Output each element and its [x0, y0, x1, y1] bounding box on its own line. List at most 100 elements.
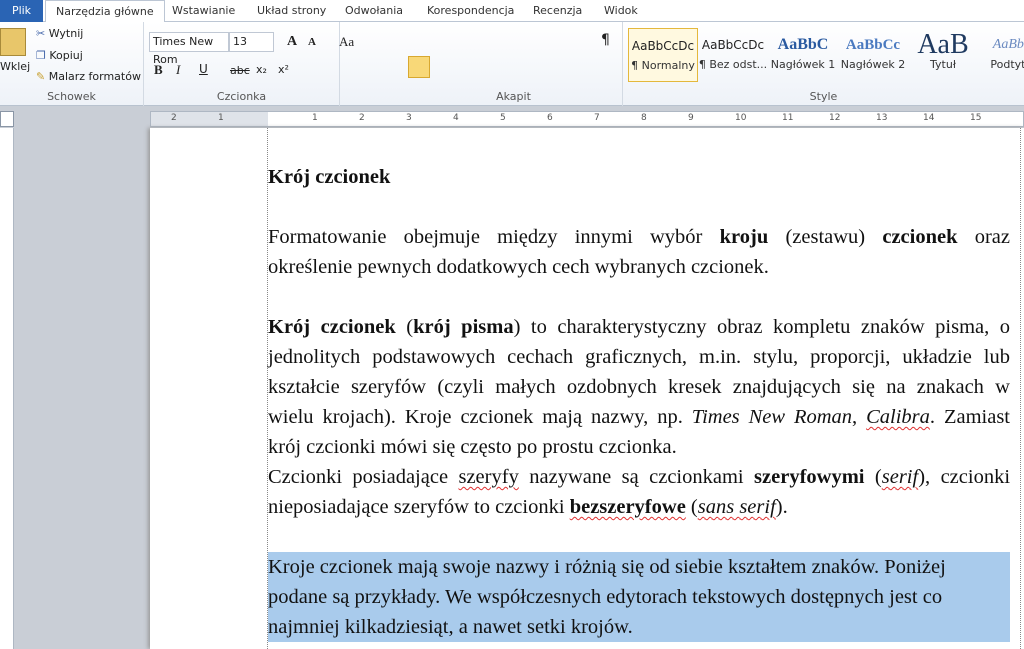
clipboard-group: Wklej ✂ Wytnij ❐ Kopiuj ✎ Malarz formató… — [0, 22, 144, 106]
style-name: Nagłówek 2 — [840, 58, 906, 71]
ribbon: Wklej ✂ Wytnij ❐ Kopiuj ✎ Malarz formató… — [0, 22, 1024, 106]
text-line: Krój czcionek (krój pisma) to charaktery… — [268, 312, 1010, 342]
style-1[interactable]: AaBbCcDc ¶ Bez odst... — [698, 28, 768, 82]
text-run: ( — [685, 496, 698, 518]
ruler-tick-label: 2 — [171, 113, 177, 123]
tab-page-layout[interactable]: Układ strony — [247, 0, 336, 22]
grow-font-button[interactable]: A — [287, 34, 297, 50]
text-run: Formatowanie obejmuje między innymi wybó… — [268, 226, 720, 248]
copy-button[interactable]: ❐ Kopiuj — [36, 49, 83, 62]
font-label: Czcionka — [216, 90, 267, 103]
style-0[interactable]: AaBbCcDc ¶ Normalny — [628, 28, 698, 82]
text-run: nieposiadające szeryfów to czcionki — [268, 496, 570, 518]
misspelled-word: serif — [881, 466, 919, 488]
style-preview: AaBbC — [992, 37, 1024, 52]
misspelled-word: bezszeryfowe — [569, 496, 686, 518]
strikethrough-button[interactable]: abc — [230, 64, 250, 77]
style-preview: AaB — [917, 29, 969, 58]
font-group: Times New Rom 13 A A B I U abc x₂ x² Aa … — [144, 22, 354, 106]
show-marks-button[interactable]: ¶ — [601, 32, 610, 48]
text-run: najmniej kilkadziesiąt, a nawet setki kr… — [268, 616, 633, 638]
text-run: ). — [775, 496, 788, 518]
text-run: Kroje czcionek mają swoje nazwy i różnią… — [268, 556, 946, 578]
text-line: najmniej kilkadziesiąt, a nawet setki kr… — [268, 612, 633, 642]
styles-label: Style — [809, 90, 838, 103]
style-3[interactable]: AaBbCc Nagłówek 2 — [838, 28, 908, 82]
scissors-icon: ✂ — [36, 27, 46, 40]
selected-paragraph: Kroje czcionek mają swoje nazwy i różnią… — [268, 552, 1010, 642]
paragraph: Czcionki posiadające szeryfy nazywane są… — [268, 462, 1010, 522]
paragraph-group: ¶ Akapit — [405, 22, 623, 106]
bold-button[interactable]: B — [154, 62, 163, 78]
text-run: , — [852, 406, 867, 428]
tab-home[interactable]: Narzędzia główne — [45, 0, 165, 23]
document-body[interactable]: Krój czcionek Formatowanie obejmuje międz… — [268, 162, 1010, 642]
text-run: Krój czcionek — [268, 316, 396, 338]
paragraph: Krój czcionek (krój pisma) to charaktery… — [268, 312, 1010, 462]
style-name: Tytuł — [930, 58, 956, 71]
paste-icon[interactable] — [0, 28, 26, 56]
ruler-toggle-button[interactable] — [0, 111, 14, 127]
subscript-button[interactable]: x₂ — [256, 63, 267, 76]
tab-references[interactable]: Odwołania — [335, 0, 413, 22]
font-name-select[interactable]: Times New Rom — [149, 32, 229, 66]
style-name: Podtytuł — [990, 58, 1024, 71]
text-line: Krój czcionek — [268, 162, 1010, 192]
text-line: kształcie szeryfów (czyli małych ozdobny… — [268, 372, 1010, 402]
ruler-tick-label: 4 — [453, 113, 459, 123]
paragraph-label: Akapit — [496, 90, 531, 103]
text-run: czcionek — [882, 226, 958, 248]
text-run: wielu krojach). Kroje czcionek mają nazw… — [268, 406, 692, 428]
style-4[interactable]: AaB Tytuł — [908, 28, 978, 82]
ruler-tick-label: 8 — [641, 113, 647, 123]
text-run: kroju — [719, 226, 769, 248]
text-run: Krój czcionek — [268, 166, 391, 188]
format-painter-button[interactable]: ✎ Malarz formatów — [36, 70, 141, 83]
text-run: określenie pewnych dodatkowych cech wybr… — [268, 256, 769, 278]
text-line: Kroje czcionek mają swoje nazwy i różnią… — [268, 552, 946, 582]
horizontal-ruler[interactable]: 2 1 1 2 3 4 5 6 7 8 9 10 11 12 13 14 15 — [150, 111, 1024, 127]
paste-button[interactable]: Wklej — [0, 60, 30, 73]
style-preview: AaBbCc — [845, 37, 901, 53]
document-page[interactable]: Krój czcionek Formatowanie obejmuje międz… — [150, 128, 1024, 649]
text-run: krój czcionki mówi się często po prostu … — [268, 436, 677, 458]
tab-insert[interactable]: Wstawianie — [162, 0, 245, 22]
tab-view[interactable]: Widok — [594, 0, 648, 22]
tab-file[interactable]: Plik — [0, 0, 43, 22]
right-margin-guide — [1020, 128, 1021, 649]
brush-icon: ✎ — [36, 70, 46, 83]
text-run: (zestawu) — [768, 226, 883, 248]
italic-button[interactable]: I — [176, 62, 180, 78]
vertical-ruler[interactable] — [0, 128, 14, 649]
text-run: . Zamiast — [929, 406, 1011, 428]
text-run: nazywane są czcionkami — [518, 466, 755, 488]
ruler-tick-label: 11 — [782, 113, 794, 123]
text-run: Czcionki posiadające — [268, 466, 459, 488]
text-run: ( — [395, 316, 414, 338]
clipboard-label: Schowek — [47, 90, 96, 103]
underline-button[interactable]: U — [199, 62, 208, 76]
ribbon-tabs: Plik Narzędzia główne Wstawianie Układ s… — [0, 0, 1024, 23]
text-line: jednolitych podstawowych cechach graficz… — [268, 342, 1010, 372]
change-case-button[interactable]: Aa — [339, 34, 354, 50]
align-left-button[interactable] — [408, 56, 430, 78]
font-size-select[interactable]: 13 — [229, 32, 274, 52]
shrink-font-button[interactable]: A — [308, 36, 316, 48]
cut-button[interactable]: ✂ Wytnij — [36, 27, 83, 40]
ruler-tick-label: 2 — [359, 113, 365, 123]
tab-review[interactable]: Recenzja — [523, 0, 592, 22]
superscript-button[interactable]: x² — [278, 63, 289, 76]
style-5[interactable]: AaBbC Podtytuł — [978, 28, 1024, 82]
style-preview: AaBbC — [777, 36, 829, 53]
misspelled-word: sans serif — [697, 496, 776, 518]
tab-mailings[interactable]: Korespondencja — [417, 0, 524, 22]
ruler-tick-label: 7 — [594, 113, 600, 123]
text-run: szeryfowymi — [754, 466, 865, 488]
text-run: ( — [864, 466, 882, 488]
copy-icon: ❐ — [36, 49, 46, 62]
misspelled-word: Calibra — [866, 406, 930, 428]
style-2[interactable]: AaBbC Nagłówek 1 — [768, 28, 838, 82]
text-run: ), czcionki — [918, 466, 1011, 488]
style-name: ¶ Normalny — [631, 59, 695, 72]
text-run: krój pisma — [413, 316, 514, 338]
